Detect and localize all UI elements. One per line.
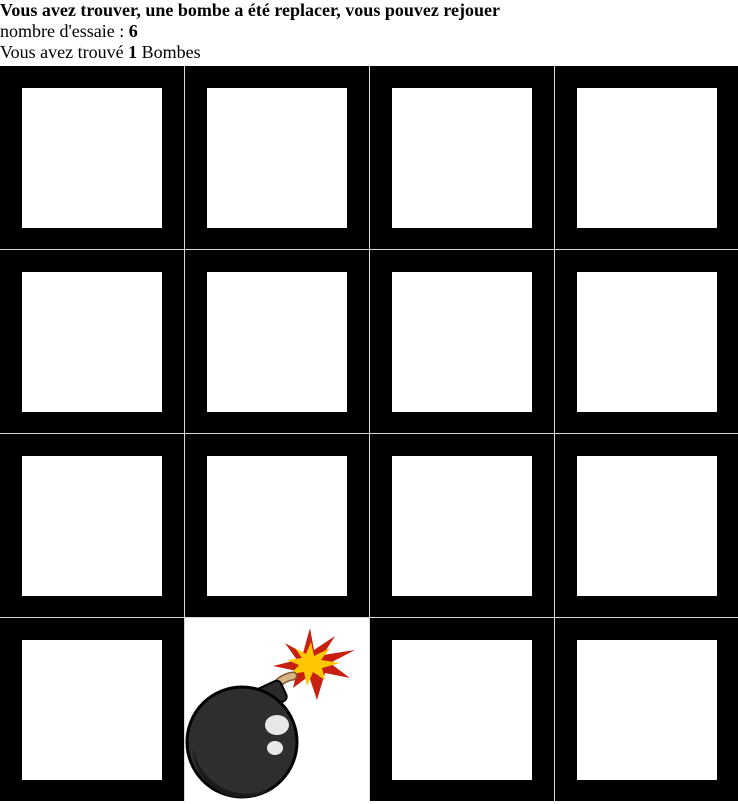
- cell-face: [392, 272, 532, 412]
- cell-face: [577, 640, 717, 780]
- cell-face: [392, 456, 532, 596]
- grid-cell[interactable]: [0, 250, 184, 433]
- grid-cell[interactable]: [0, 434, 184, 617]
- cell-face: [22, 272, 162, 412]
- grid-cell[interactable]: [555, 250, 738, 433]
- attempts-value: 6: [128, 21, 138, 41]
- cell-face: [392, 88, 532, 228]
- cell-face: [22, 88, 162, 228]
- bomb-icon: [185, 628, 355, 799]
- cell-face: [207, 88, 347, 228]
- cell-face: [22, 640, 162, 780]
- cell-face: [577, 272, 717, 412]
- grid-cell[interactable]: [555, 434, 738, 617]
- cell-face: [207, 456, 347, 596]
- game-grid: [0, 66, 738, 801]
- grid-cell[interactable]: [185, 66, 369, 249]
- bombs-found-counter: Vous avez trouvé 1 Bombes: [0, 42, 201, 62]
- grid-cell[interactable]: [185, 250, 369, 433]
- grid-cell[interactable]: [185, 434, 369, 617]
- cell-face: [22, 456, 162, 596]
- grid-cell[interactable]: [370, 434, 554, 617]
- status-message: Vous avez trouver, une bombe a été repla…: [0, 0, 500, 20]
- grid-cell[interactable]: [0, 66, 184, 249]
- grid-cell[interactable]: [370, 66, 554, 249]
- grid-cell[interactable]: [0, 618, 184, 801]
- grid-cell[interactable]: [555, 618, 738, 801]
- grid-cell[interactable]: [370, 250, 554, 433]
- grid-cell[interactable]: [555, 66, 738, 249]
- cell-face: [392, 640, 532, 780]
- attempts-counter: nombre d'essaie : 6: [0, 21, 138, 41]
- cell-face: [577, 88, 717, 228]
- cell-face: [207, 272, 347, 412]
- cell-face: [577, 456, 717, 596]
- grid-cell-bomb[interactable]: [185, 618, 369, 801]
- bombs-found-value: 1: [128, 42, 138, 62]
- grid-cell[interactable]: [370, 618, 554, 801]
